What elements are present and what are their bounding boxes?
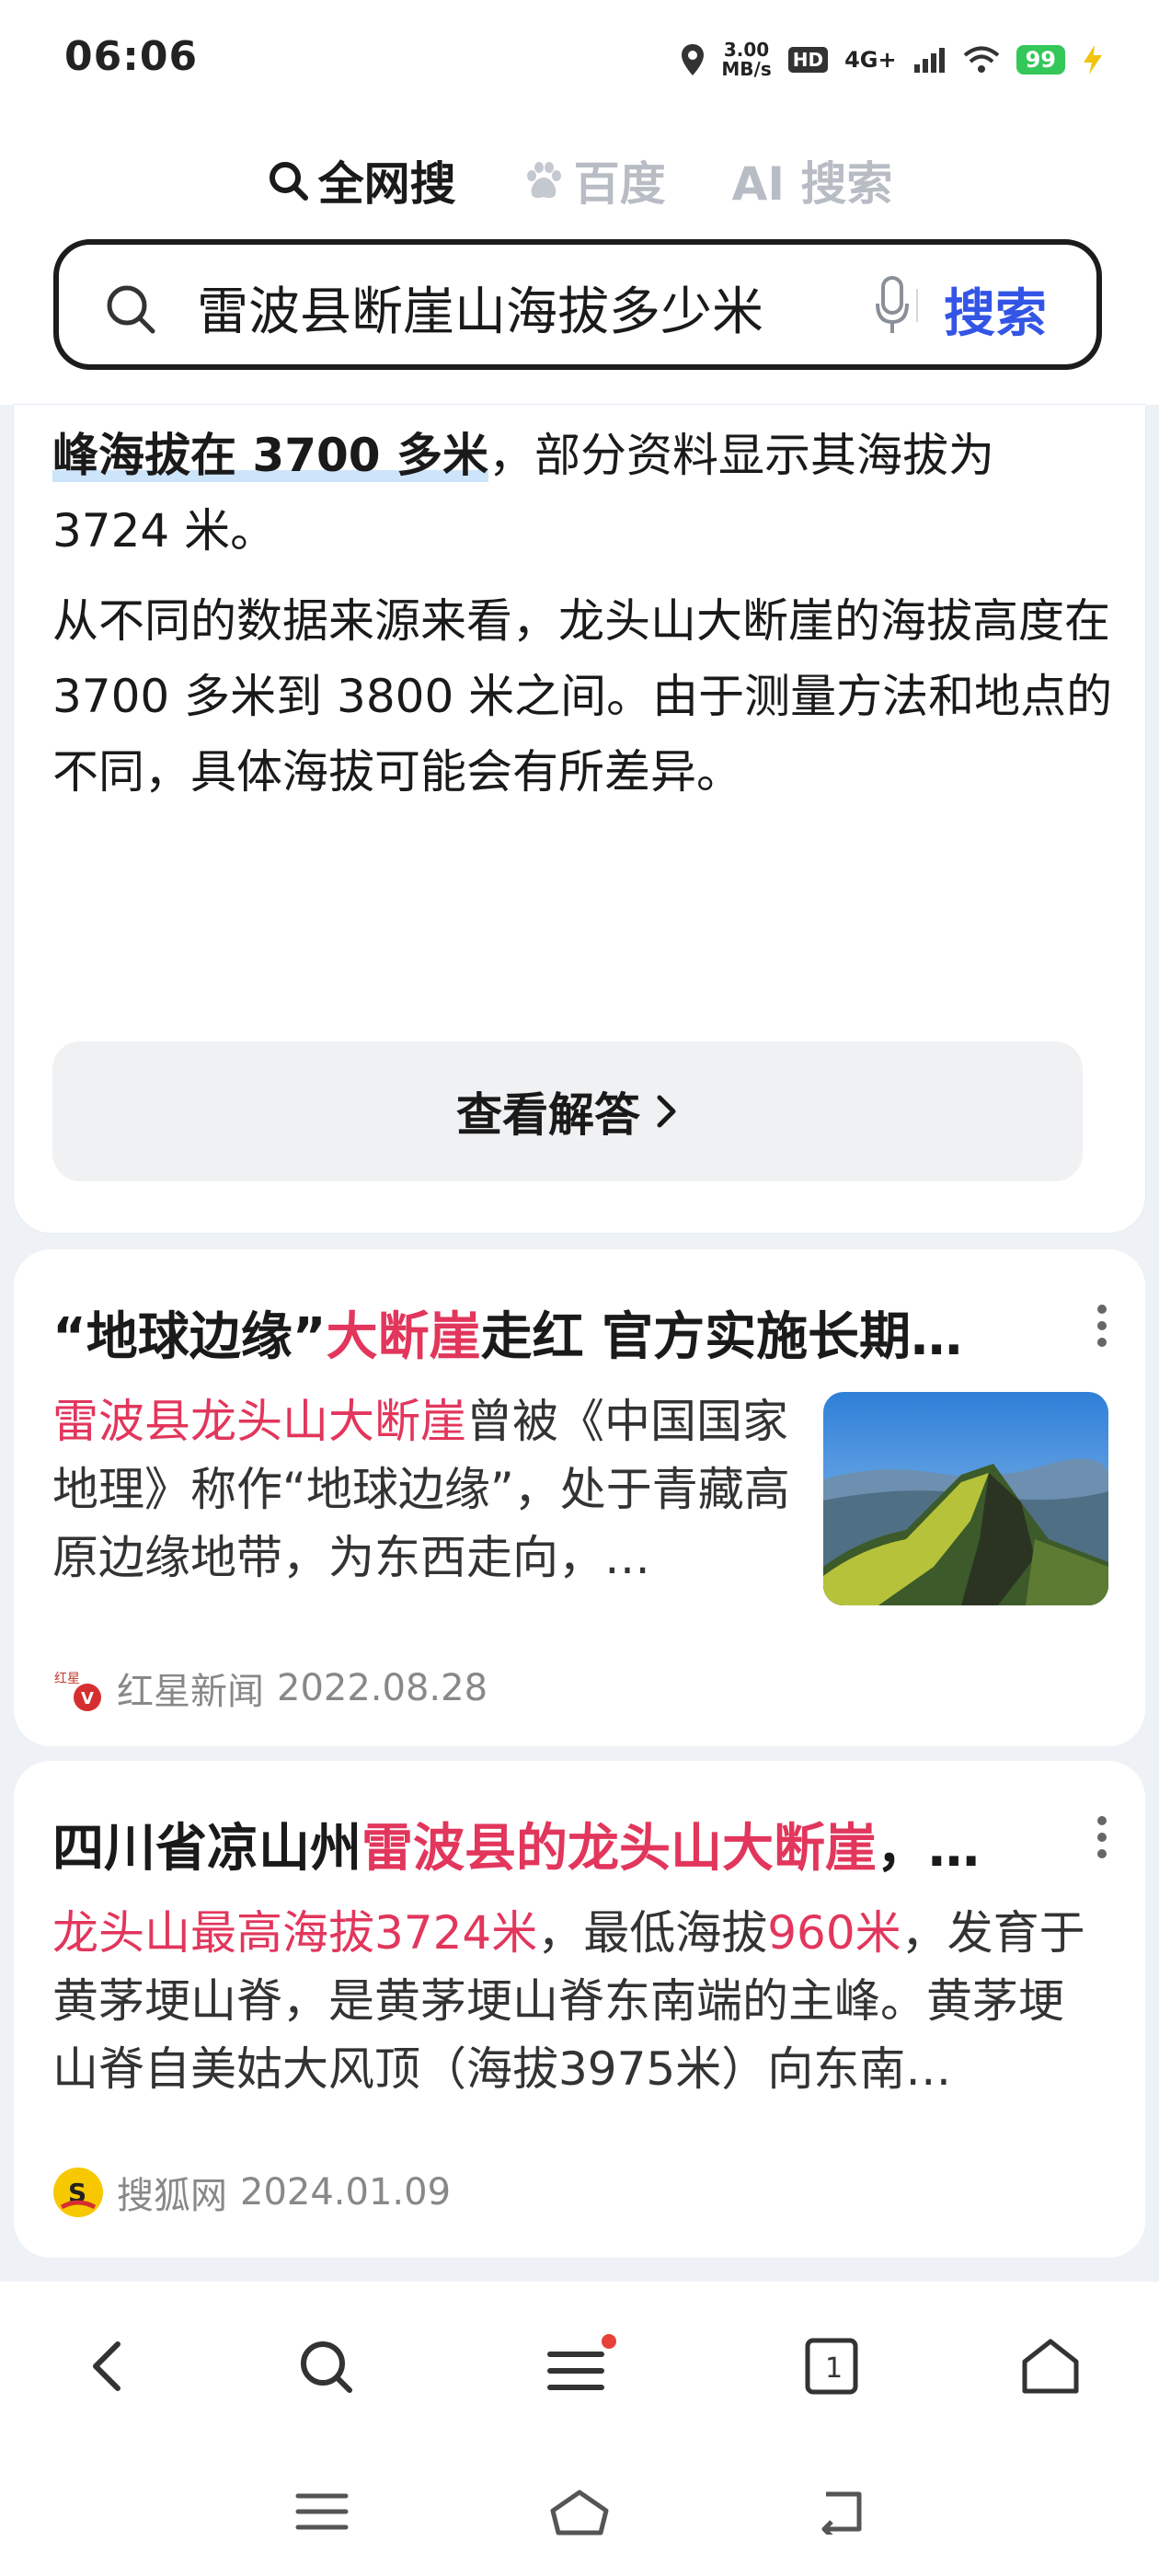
search-header: 全网搜 百度 AI 搜索 搜索: [0, 120, 1159, 405]
answer-paragraph-1: 峰海拔在 3700 多米，部分资料显示其海拔为 3724 米。: [52, 418, 1119, 569]
svg-text:红星: 红星: [54, 1672, 80, 1686]
system-home-button[interactable]: [534, 2475, 625, 2548]
source-name: 红星新闻: [117, 1671, 264, 1713]
status-bar: 06:06 3.00 MB/s HD 4G+ 99: [0, 0, 1159, 120]
svg-text:V: V: [81, 1689, 94, 1708]
system-back-button[interactable]: [795, 2475, 887, 2548]
home-button[interactable]: [1004, 2320, 1096, 2412]
search-box[interactable]: 搜索: [53, 239, 1102, 370]
back-icon: [821, 2491, 862, 2535]
answer-text: ，部分资料显示其海拔为: [488, 429, 994, 482]
search-icon: [107, 285, 155, 334]
ai-answer-card: 峰海拔在 3700 多米，部分资料显示其海拔为 3724 米。 从不同的数据来源来…: [14, 405, 1145, 1233]
menu-button[interactable]: [534, 2320, 625, 2412]
search-nav-button[interactable]: [280, 2320, 372, 2412]
title-highlight: 大断崖: [326, 1307, 481, 1367]
tab-all-web[interactable]: 全网搜: [267, 147, 456, 213]
menu-icon: [547, 2334, 616, 2390]
back-button[interactable]: [61, 2320, 153, 2412]
system-recents-button[interactable]: [276, 2475, 368, 2548]
hongxing-logo-icon: 红星 V: [54, 1672, 101, 1711]
back-icon: [93, 2341, 120, 2391]
result-title[interactable]: 四川省凉山州雷波县的龙头山大断崖，…: [52, 1807, 980, 1881]
result-snippet: 雷波县龙头山大断崖曾被《中国国家地理》称作“地球边缘”，处于青藏高原边缘地带，为…: [52, 1387, 798, 1592]
view-answer-button[interactable]: 查看解答: [52, 1041, 1083, 1181]
tab-count: 1: [825, 2352, 843, 2385]
search-divider: [916, 289, 918, 322]
tabs-button[interactable]: 1: [786, 2320, 878, 2412]
mountain-image: [823, 1392, 1108, 1605]
tab-label: 百度: [573, 157, 666, 211]
result-source: 红星 V 红星新闻 2022.08.28: [52, 1662, 488, 1715]
result-source: S 搜狐网 2024.01.09: [52, 2166, 451, 2219]
search-result-card[interactable]: “地球边缘”大断崖走红 官方实施长期… 雷波县龙头山大断崖曾被《中国国家地理》称…: [14, 1249, 1145, 1746]
bottom-navigation: 1: [0, 2282, 1159, 2576]
tab-label: 全网搜: [317, 157, 456, 211]
snippet-highlight: 龙头山最高海拔3724米: [52, 1906, 538, 1960]
result-snippet: 龙头山最高海拔3724米，最低海拔960米，发育于黄茅埂山脊，是黄茅埂山脊东南端…: [52, 1899, 1092, 2103]
result-thumbnail[interactable]: [823, 1392, 1108, 1605]
title-text: ，…: [877, 1819, 980, 1879]
signal-icon: [913, 48, 945, 73]
network-speed: 3.00 MB/s: [721, 40, 771, 79]
snippet-highlight: 雷波县龙头山大断崖: [52, 1395, 466, 1448]
result-title[interactable]: “地球边缘”大断崖走红 官方实施长期…: [52, 1295, 962, 1370]
notification-dot: [602, 2334, 616, 2349]
title-highlight: 雷波县的龙头山大断崖: [361, 1819, 877, 1879]
tab-baidu[interactable]: 百度: [522, 147, 666, 213]
wifi-icon: [963, 46, 999, 73]
menu-icon: [295, 2493, 349, 2530]
search-icon: [269, 162, 308, 201]
search-icon: [301, 2341, 352, 2393]
source-name: 搜狐网: [117, 2175, 227, 2217]
location-icon: [682, 44, 705, 75]
sohu-logo-icon: S: [53, 2168, 103, 2217]
tabs-icon: 1: [805, 2338, 858, 2395]
snippet-text: ，最低海拔: [537, 1906, 768, 1960]
speed-value: 3.00: [723, 39, 770, 61]
more-vertical-icon[interactable]: [1096, 1814, 1108, 1860]
search-tabs: 全网搜 百度 AI 搜索: [0, 147, 1159, 213]
source-date: 2022.08.28: [277, 1667, 488, 1709]
speed-unit: MB/s: [721, 58, 772, 80]
answer-text: 3724 米。: [52, 504, 277, 558]
search-input[interactable]: [195, 274, 870, 340]
chevron-right-icon: [657, 1095, 676, 1128]
source-date: 2024.01.09: [240, 2171, 452, 2214]
tab-label: AI 搜索: [731, 157, 893, 211]
network-type: 4G+: [844, 47, 897, 73]
microphone-icon[interactable]: [876, 276, 909, 337]
snippet-highlight: 960米: [767, 1906, 901, 1960]
baidu-paw-icon: [526, 162, 561, 199]
status-time: 06:06: [64, 33, 199, 80]
answer-highlight: 峰海拔在 3700 多米: [52, 429, 488, 482]
home-icon: [550, 2490, 609, 2536]
more-vertical-icon[interactable]: [1096, 1303, 1108, 1349]
title-text: 走红 官方实施长期…: [480, 1307, 963, 1367]
hd-icon: HD: [787, 47, 829, 73]
title-text: 四川省凉山州: [52, 1819, 361, 1879]
search-result-card[interactable]: 四川省凉山州雷波县的龙头山大断崖，… 龙头山最高海拔3724米，最低海拔960米…: [14, 1761, 1145, 2258]
battery-icon: 99: [1016, 45, 1065, 75]
home-icon: [1022, 2339, 1079, 2394]
charging-icon: [1084, 45, 1102, 75]
status-icons: 3.00 MB/s HD 4G+ 99: [681, 37, 1104, 83]
tab-ai-search[interactable]: AI 搜索: [732, 147, 893, 213]
answer-paragraph-2: 从不同的数据来源来看，龙头山大断崖的海拔高度在 3700 多米到 3800 米之…: [52, 594, 1113, 799]
title-text: “地球边缘”: [52, 1307, 327, 1367]
view-answer-label: 查看解答: [456, 1088, 640, 1142]
search-button[interactable]: 搜索: [944, 272, 1047, 347]
